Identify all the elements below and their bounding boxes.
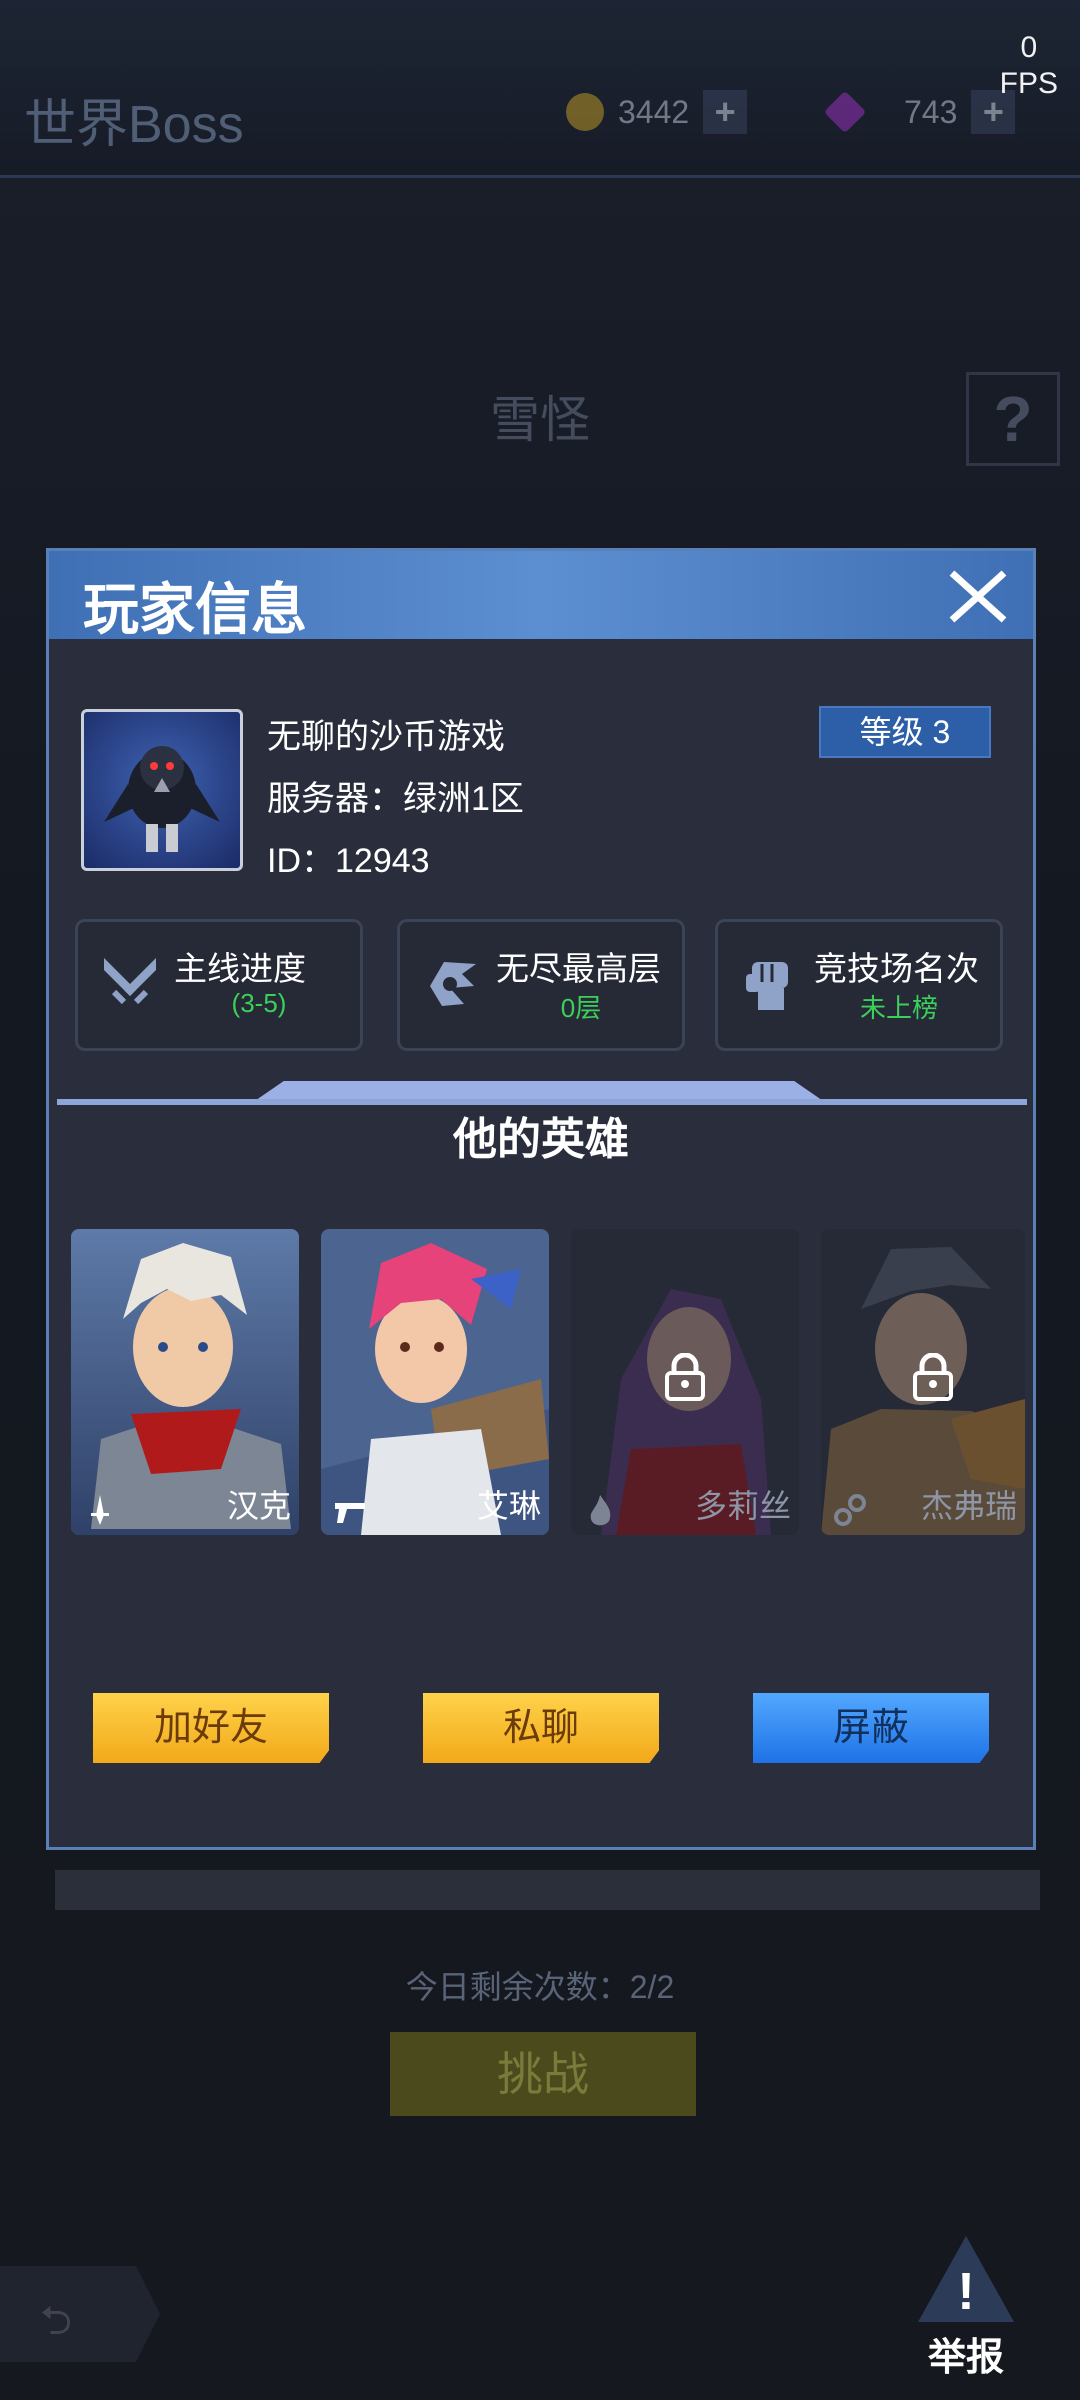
- report-button[interactable]: ! 举报: [912, 2236, 1020, 2381]
- stat-value: 0层: [560, 993, 602, 1023]
- fps-value: 0: [1020, 31, 1038, 64]
- player-info-dialog: 玩家信息 无聊的沙币游戏 服务器：绿洲1区 ID：12943 等级 3 主线进度…: [46, 548, 1036, 1850]
- gold-resource: 3442 +: [566, 88, 748, 136]
- fist-icon: [746, 962, 788, 1010]
- crossed-swords-icon: [104, 958, 156, 1005]
- block-button[interactable]: 屏蔽: [753, 1693, 989, 1763]
- crow-avatar-icon: [104, 746, 220, 852]
- stat-label: 主线进度: [174, 950, 306, 987]
- private-chat-button[interactable]: 私聊: [423, 1693, 659, 1763]
- player-name: 无聊的沙币游戏: [267, 718, 505, 756]
- stat-main-progress: 主线进度 (3-5): [75, 919, 363, 1051]
- gold-amount: 3442: [618, 93, 690, 130]
- add-friend-button[interactable]: 加好友: [93, 1693, 329, 1763]
- add-gold-button[interactable]: +: [703, 90, 748, 134]
- stat-value: (3-5): [231, 988, 287, 1018]
- gem-resource: 743 +: [823, 88, 1016, 136]
- dialog-title: 玩家信息: [83, 578, 307, 641]
- stat-value: 未上榜: [859, 993, 938, 1023]
- gear-class-icon: [834, 1494, 866, 1526]
- gem-icon: [823, 90, 867, 134]
- hero-name: 多莉丝: [694, 1488, 791, 1524]
- gold-coin-icon: [566, 93, 604, 131]
- challenge-button[interactable]: 挑战: [390, 2032, 696, 2116]
- close-icon[interactable]: [949, 569, 1007, 623]
- player-id: ID：12943: [267, 842, 430, 880]
- lock-icon: [665, 1353, 705, 1401]
- hero-name: 艾琳: [476, 1488, 541, 1524]
- fps-counter: 0 FPS: [1000, 30, 1058, 102]
- back-button[interactable]: ⮌: [0, 2266, 160, 2362]
- stat-arena-rank: 竞技场名次 未上榜: [715, 919, 1003, 1051]
- sword-class-icon: [91, 1495, 109, 1525]
- hero-card-hank[interactable]: 汉克: [71, 1229, 299, 1535]
- page-title: 世界Boss: [24, 96, 244, 154]
- stat-endless-floor: 无尽最高层 0层: [397, 919, 685, 1051]
- hero-name: 汉克: [226, 1488, 291, 1524]
- back-arrow-icon: ⮌: [40, 2299, 73, 2343]
- avatar: [81, 709, 243, 871]
- dialog-header: 玩家信息: [49, 551, 1033, 641]
- heroes-title: 他的英雄: [453, 1115, 629, 1164]
- boss-name: 雪怪: [490, 392, 590, 448]
- hero-name: 杰弗瑞: [920, 1488, 1017, 1524]
- fps-label: FPS: [999, 67, 1058, 100]
- hero-card-doris[interactable]: 多莉丝: [571, 1229, 799, 1535]
- help-button[interactable]: ?: [966, 372, 1060, 466]
- warning-icon: !: [918, 2236, 1014, 2322]
- stat-label: 竞技场名次: [814, 950, 979, 987]
- gem-amount: 743: [904, 93, 958, 130]
- report-label: 举报: [927, 2337, 1004, 2379]
- player-server: 服务器：绿洲1区: [267, 780, 524, 818]
- hero-card-erin[interactable]: 艾琳: [321, 1229, 549, 1535]
- flame-class-icon: [590, 1495, 611, 1526]
- endless-spiral-icon: [430, 962, 476, 1006]
- ranking-row: [55, 1870, 1040, 1910]
- level-badge: 等级 3: [819, 706, 991, 758]
- stat-label: 无尽最高层: [496, 950, 661, 987]
- lock-icon: [913, 1353, 953, 1401]
- hero-card-jeffrey[interactable]: 杰弗瑞: [821, 1229, 1025, 1535]
- gun-class-icon: [335, 1503, 365, 1523]
- remaining-attempts: 今日剩余次数：2/2: [405, 1969, 675, 2005]
